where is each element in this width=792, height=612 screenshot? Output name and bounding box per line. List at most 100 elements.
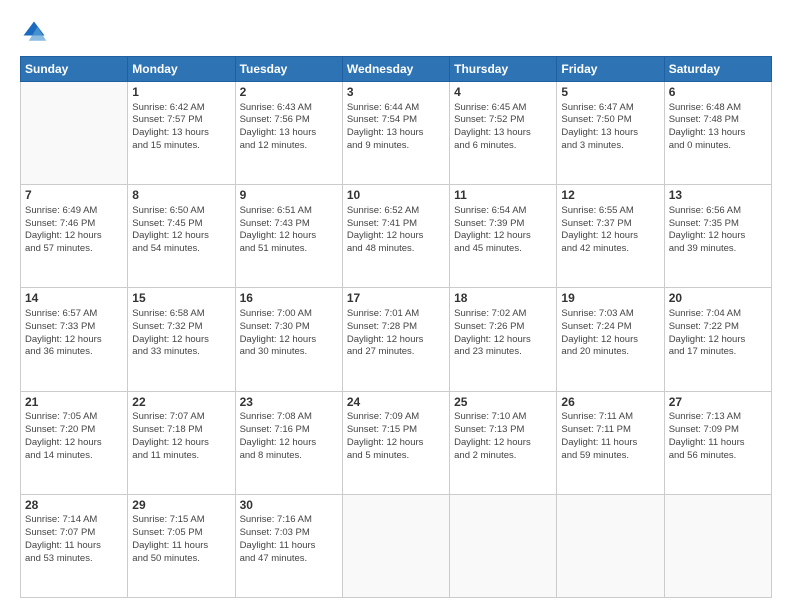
calendar-cell: 5Sunrise: 6:47 AM Sunset: 7:50 PM Daylig… (557, 82, 664, 185)
calendar-cell: 15Sunrise: 6:58 AM Sunset: 7:32 PM Dayli… (128, 288, 235, 391)
header-row: SundayMondayTuesdayWednesdayThursdayFrid… (21, 57, 772, 82)
day-number: 6 (669, 85, 767, 101)
day-number: 27 (669, 395, 767, 411)
week-row-2: 7Sunrise: 6:49 AM Sunset: 7:46 PM Daylig… (21, 185, 772, 288)
calendar-cell: 13Sunrise: 6:56 AM Sunset: 7:35 PM Dayli… (664, 185, 771, 288)
day-info: Sunrise: 7:14 AM Sunset: 7:07 PM Dayligh… (25, 514, 123, 565)
calendar-cell: 2Sunrise: 6:43 AM Sunset: 7:56 PM Daylig… (235, 82, 342, 185)
calendar-cell (664, 494, 771, 597)
calendar-cell: 1Sunrise: 6:42 AM Sunset: 7:57 PM Daylig… (128, 82, 235, 185)
calendar-cell: 16Sunrise: 7:00 AM Sunset: 7:30 PM Dayli… (235, 288, 342, 391)
day-number: 2 (240, 85, 338, 101)
day-number: 30 (240, 498, 338, 514)
calendar-cell: 12Sunrise: 6:55 AM Sunset: 7:37 PM Dayli… (557, 185, 664, 288)
calendar-cell (450, 494, 557, 597)
calendar-cell: 17Sunrise: 7:01 AM Sunset: 7:28 PM Dayli… (342, 288, 449, 391)
day-number: 21 (25, 395, 123, 411)
day-info: Sunrise: 7:11 AM Sunset: 7:11 PM Dayligh… (561, 411, 659, 462)
calendar-cell: 9Sunrise: 6:51 AM Sunset: 7:43 PM Daylig… (235, 185, 342, 288)
page: SundayMondayTuesdayWednesdayThursdayFrid… (0, 0, 792, 612)
calendar-cell: 11Sunrise: 6:54 AM Sunset: 7:39 PM Dayli… (450, 185, 557, 288)
calendar-cell: 3Sunrise: 6:44 AM Sunset: 7:54 PM Daylig… (342, 82, 449, 185)
day-info: Sunrise: 6:57 AM Sunset: 7:33 PM Dayligh… (25, 308, 123, 359)
calendar-cell: 21Sunrise: 7:05 AM Sunset: 7:20 PM Dayli… (21, 391, 128, 494)
day-number: 14 (25, 291, 123, 307)
day-number: 18 (454, 291, 552, 307)
calendar-cell: 10Sunrise: 6:52 AM Sunset: 7:41 PM Dayli… (342, 185, 449, 288)
calendar-cell (21, 82, 128, 185)
week-row-5: 28Sunrise: 7:14 AM Sunset: 7:07 PM Dayli… (21, 494, 772, 597)
week-row-1: 1Sunrise: 6:42 AM Sunset: 7:57 PM Daylig… (21, 82, 772, 185)
day-number: 20 (669, 291, 767, 307)
calendar-cell (557, 494, 664, 597)
day-info: Sunrise: 7:13 AM Sunset: 7:09 PM Dayligh… (669, 411, 767, 462)
logo-icon (20, 18, 48, 46)
column-header-monday: Monday (128, 57, 235, 82)
calendar-cell: 27Sunrise: 7:13 AM Sunset: 7:09 PM Dayli… (664, 391, 771, 494)
day-info: Sunrise: 7:16 AM Sunset: 7:03 PM Dayligh… (240, 514, 338, 565)
day-info: Sunrise: 7:04 AM Sunset: 7:22 PM Dayligh… (669, 308, 767, 359)
calendar-cell: 23Sunrise: 7:08 AM Sunset: 7:16 PM Dayli… (235, 391, 342, 494)
day-info: Sunrise: 6:58 AM Sunset: 7:32 PM Dayligh… (132, 308, 230, 359)
day-number: 8 (132, 188, 230, 204)
day-info: Sunrise: 6:54 AM Sunset: 7:39 PM Dayligh… (454, 205, 552, 256)
calendar-cell: 29Sunrise: 7:15 AM Sunset: 7:05 PM Dayli… (128, 494, 235, 597)
day-info: Sunrise: 6:55 AM Sunset: 7:37 PM Dayligh… (561, 205, 659, 256)
column-header-wednesday: Wednesday (342, 57, 449, 82)
calendar-cell: 6Sunrise: 6:48 AM Sunset: 7:48 PM Daylig… (664, 82, 771, 185)
day-number: 12 (561, 188, 659, 204)
calendar-cell: 14Sunrise: 6:57 AM Sunset: 7:33 PM Dayli… (21, 288, 128, 391)
day-number: 24 (347, 395, 445, 411)
day-info: Sunrise: 7:00 AM Sunset: 7:30 PM Dayligh… (240, 308, 338, 359)
day-number: 19 (561, 291, 659, 307)
calendar-cell: 20Sunrise: 7:04 AM Sunset: 7:22 PM Dayli… (664, 288, 771, 391)
calendar-cell: 25Sunrise: 7:10 AM Sunset: 7:13 PM Dayli… (450, 391, 557, 494)
week-row-4: 21Sunrise: 7:05 AM Sunset: 7:20 PM Dayli… (21, 391, 772, 494)
day-number: 7 (25, 188, 123, 204)
day-number: 13 (669, 188, 767, 204)
day-info: Sunrise: 7:15 AM Sunset: 7:05 PM Dayligh… (132, 514, 230, 565)
calendar-cell: 30Sunrise: 7:16 AM Sunset: 7:03 PM Dayli… (235, 494, 342, 597)
day-info: Sunrise: 7:09 AM Sunset: 7:15 PM Dayligh… (347, 411, 445, 462)
column-header-tuesday: Tuesday (235, 57, 342, 82)
day-info: Sunrise: 6:52 AM Sunset: 7:41 PM Dayligh… (347, 205, 445, 256)
day-info: Sunrise: 6:45 AM Sunset: 7:52 PM Dayligh… (454, 102, 552, 153)
calendar-cell: 4Sunrise: 6:45 AM Sunset: 7:52 PM Daylig… (450, 82, 557, 185)
day-info: Sunrise: 6:42 AM Sunset: 7:57 PM Dayligh… (132, 102, 230, 153)
day-info: Sunrise: 6:43 AM Sunset: 7:56 PM Dayligh… (240, 102, 338, 153)
day-number: 16 (240, 291, 338, 307)
day-info: Sunrise: 7:07 AM Sunset: 7:18 PM Dayligh… (132, 411, 230, 462)
day-number: 15 (132, 291, 230, 307)
column-header-saturday: Saturday (664, 57, 771, 82)
day-info: Sunrise: 7:10 AM Sunset: 7:13 PM Dayligh… (454, 411, 552, 462)
day-info: Sunrise: 7:01 AM Sunset: 7:28 PM Dayligh… (347, 308, 445, 359)
day-number: 4 (454, 85, 552, 101)
calendar-cell: 24Sunrise: 7:09 AM Sunset: 7:15 PM Dayli… (342, 391, 449, 494)
calendar-cell: 26Sunrise: 7:11 AM Sunset: 7:11 PM Dayli… (557, 391, 664, 494)
calendar-cell: 28Sunrise: 7:14 AM Sunset: 7:07 PM Dayli… (21, 494, 128, 597)
day-number: 29 (132, 498, 230, 514)
day-number: 9 (240, 188, 338, 204)
day-number: 28 (25, 498, 123, 514)
day-info: Sunrise: 7:03 AM Sunset: 7:24 PM Dayligh… (561, 308, 659, 359)
calendar-cell: 22Sunrise: 7:07 AM Sunset: 7:18 PM Dayli… (128, 391, 235, 494)
day-info: Sunrise: 6:47 AM Sunset: 7:50 PM Dayligh… (561, 102, 659, 153)
day-info: Sunrise: 6:44 AM Sunset: 7:54 PM Dayligh… (347, 102, 445, 153)
day-info: Sunrise: 6:49 AM Sunset: 7:46 PM Dayligh… (25, 205, 123, 256)
day-info: Sunrise: 7:05 AM Sunset: 7:20 PM Dayligh… (25, 411, 123, 462)
day-number: 5 (561, 85, 659, 101)
calendar-cell: 19Sunrise: 7:03 AM Sunset: 7:24 PM Dayli… (557, 288, 664, 391)
week-row-3: 14Sunrise: 6:57 AM Sunset: 7:33 PM Dayli… (21, 288, 772, 391)
day-number: 11 (454, 188, 552, 204)
day-info: Sunrise: 6:56 AM Sunset: 7:35 PM Dayligh… (669, 205, 767, 256)
calendar-cell (342, 494, 449, 597)
column-header-sunday: Sunday (21, 57, 128, 82)
column-header-friday: Friday (557, 57, 664, 82)
calendar-table: SundayMondayTuesdayWednesdayThursdayFrid… (20, 56, 772, 598)
calendar-cell: 18Sunrise: 7:02 AM Sunset: 7:26 PM Dayli… (450, 288, 557, 391)
day-number: 25 (454, 395, 552, 411)
day-info: Sunrise: 6:48 AM Sunset: 7:48 PM Dayligh… (669, 102, 767, 153)
day-info: Sunrise: 7:02 AM Sunset: 7:26 PM Dayligh… (454, 308, 552, 359)
logo (20, 18, 52, 46)
column-header-thursday: Thursday (450, 57, 557, 82)
